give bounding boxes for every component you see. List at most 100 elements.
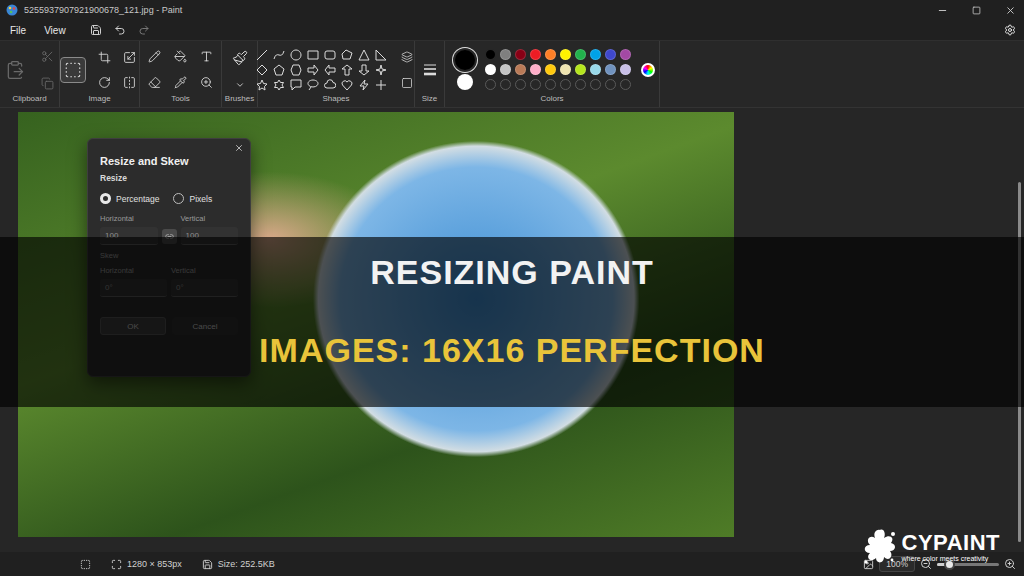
color-swatch[interactable] [545, 64, 556, 75]
shape-icon[interactable] [256, 79, 268, 91]
eraser-button[interactable] [144, 72, 165, 93]
close-button[interactable] [996, 0, 1024, 20]
custom-color-slot[interactable] [560, 79, 571, 90]
shape-icon[interactable] [324, 49, 336, 61]
fill-button[interactable] [170, 46, 191, 67]
shape-icon[interactable] [256, 64, 268, 76]
menu-item[interactable]: File [8, 24, 28, 37]
color-palette [485, 49, 631, 90]
color-swatch[interactable] [515, 49, 526, 60]
shape-icon[interactable] [256, 49, 268, 61]
gear-icon[interactable] [1004, 24, 1016, 36]
radio-option[interactable]: Percentage [100, 193, 159, 204]
redo-icon[interactable] [138, 24, 150, 36]
color-swatch[interactable] [515, 64, 526, 75]
banner-line: RESIZING PAINT [370, 252, 654, 292]
shape-icon[interactable] [307, 64, 319, 76]
shape-icon[interactable] [358, 64, 370, 76]
shape-icon[interactable] [307, 49, 319, 61]
shape-icon[interactable] [358, 49, 370, 61]
custom-color-slot[interactable] [575, 79, 586, 90]
shape-icon[interactable] [290, 79, 302, 91]
magnifier-button[interactable] [196, 72, 217, 93]
fit-to-window-icon[interactable] [863, 559, 874, 570]
pencil-button[interactable] [144, 46, 165, 67]
custom-color-slot[interactable] [485, 79, 496, 90]
undo-icon[interactable] [114, 24, 126, 36]
shape-icon[interactable] [358, 79, 370, 91]
custom-color-slot[interactable] [620, 79, 631, 90]
custom-color-slot[interactable] [605, 79, 616, 90]
size-button[interactable] [418, 58, 442, 82]
color-swatch[interactable] [605, 49, 616, 60]
color-swatch[interactable] [590, 64, 601, 75]
color-swatch[interactable] [560, 49, 571, 60]
maximize-button[interactable] [962, 0, 990, 20]
fill-style-button[interactable] [397, 73, 417, 93]
color-swatch[interactable] [605, 64, 616, 75]
custom-color-slot[interactable] [500, 79, 511, 90]
shape-icon[interactable] [324, 64, 336, 76]
secondary-color[interactable] [457, 74, 473, 90]
shape-icon[interactable] [324, 79, 336, 91]
custom-color-slot[interactable] [545, 79, 556, 90]
outline-button[interactable] [397, 47, 417, 67]
color-swatch[interactable] [545, 49, 556, 60]
line-width-icon [422, 62, 438, 78]
shape-icon[interactable] [375, 64, 387, 76]
color-picker-button[interactable] [170, 72, 191, 93]
color-swatch[interactable] [500, 64, 511, 75]
minimize-icon [937, 5, 948, 16]
shape-icon[interactable] [341, 64, 353, 76]
custom-color-slot[interactable] [590, 79, 601, 90]
edit-colors-icon[interactable] [641, 63, 655, 77]
shape-icon[interactable] [341, 79, 353, 91]
color-swatch[interactable] [530, 64, 541, 75]
cut-button[interactable] [37, 46, 58, 67]
color-swatch[interactable] [485, 64, 496, 75]
primary-color[interactable] [455, 50, 475, 70]
rotate-button[interactable] [94, 72, 115, 93]
color-swatch[interactable] [500, 49, 511, 60]
save-icon[interactable] [90, 24, 102, 36]
shape-icon[interactable] [290, 49, 302, 61]
text-button[interactable] [196, 46, 217, 67]
shape-icon[interactable] [273, 64, 285, 76]
magnifier-icon [200, 76, 213, 89]
shape-icon[interactable] [375, 49, 387, 61]
color-swatch[interactable] [485, 49, 496, 60]
menu-item[interactable]: View [42, 24, 68, 37]
shape-icon[interactable] [273, 49, 285, 61]
custom-color-slot[interactable] [515, 79, 526, 90]
color-swatch[interactable] [530, 49, 541, 60]
paste-button[interactable] [1, 56, 29, 84]
color-swatch[interactable] [620, 64, 631, 75]
flip-button[interactable] [119, 72, 140, 93]
shape-icon[interactable] [290, 64, 302, 76]
radio-option[interactable]: Pixels [173, 193, 212, 204]
select-button[interactable] [60, 57, 86, 83]
zoom-slider[interactable] [937, 563, 999, 566]
minimize-button[interactable] [928, 0, 956, 20]
shape-icon[interactable] [375, 79, 387, 91]
resize-mode: Percentage Pixels [100, 189, 238, 208]
radio-circle[interactable] [173, 193, 184, 204]
radio-circle[interactable] [100, 193, 111, 204]
copy-button[interactable] [37, 73, 58, 94]
color-swatch[interactable] [575, 64, 586, 75]
pipette-icon [174, 76, 187, 89]
color-swatch[interactable] [590, 49, 601, 60]
resize-button[interactable] [119, 47, 140, 68]
shape-icon[interactable] [307, 79, 319, 91]
brushes-button[interactable] [228, 46, 252, 70]
shape-icon[interactable] [273, 79, 285, 91]
crop-button[interactable] [94, 47, 115, 68]
shape-icon[interactable] [341, 49, 353, 61]
color-swatch[interactable] [620, 49, 631, 60]
dialog-close-button[interactable] [234, 143, 244, 153]
zoom-in-icon[interactable] [1004, 558, 1016, 570]
color-swatch[interactable] [560, 64, 571, 75]
custom-color-slot[interactable] [530, 79, 541, 90]
brushes-dropdown[interactable] [228, 76, 252, 94]
color-swatch[interactable] [575, 49, 586, 60]
